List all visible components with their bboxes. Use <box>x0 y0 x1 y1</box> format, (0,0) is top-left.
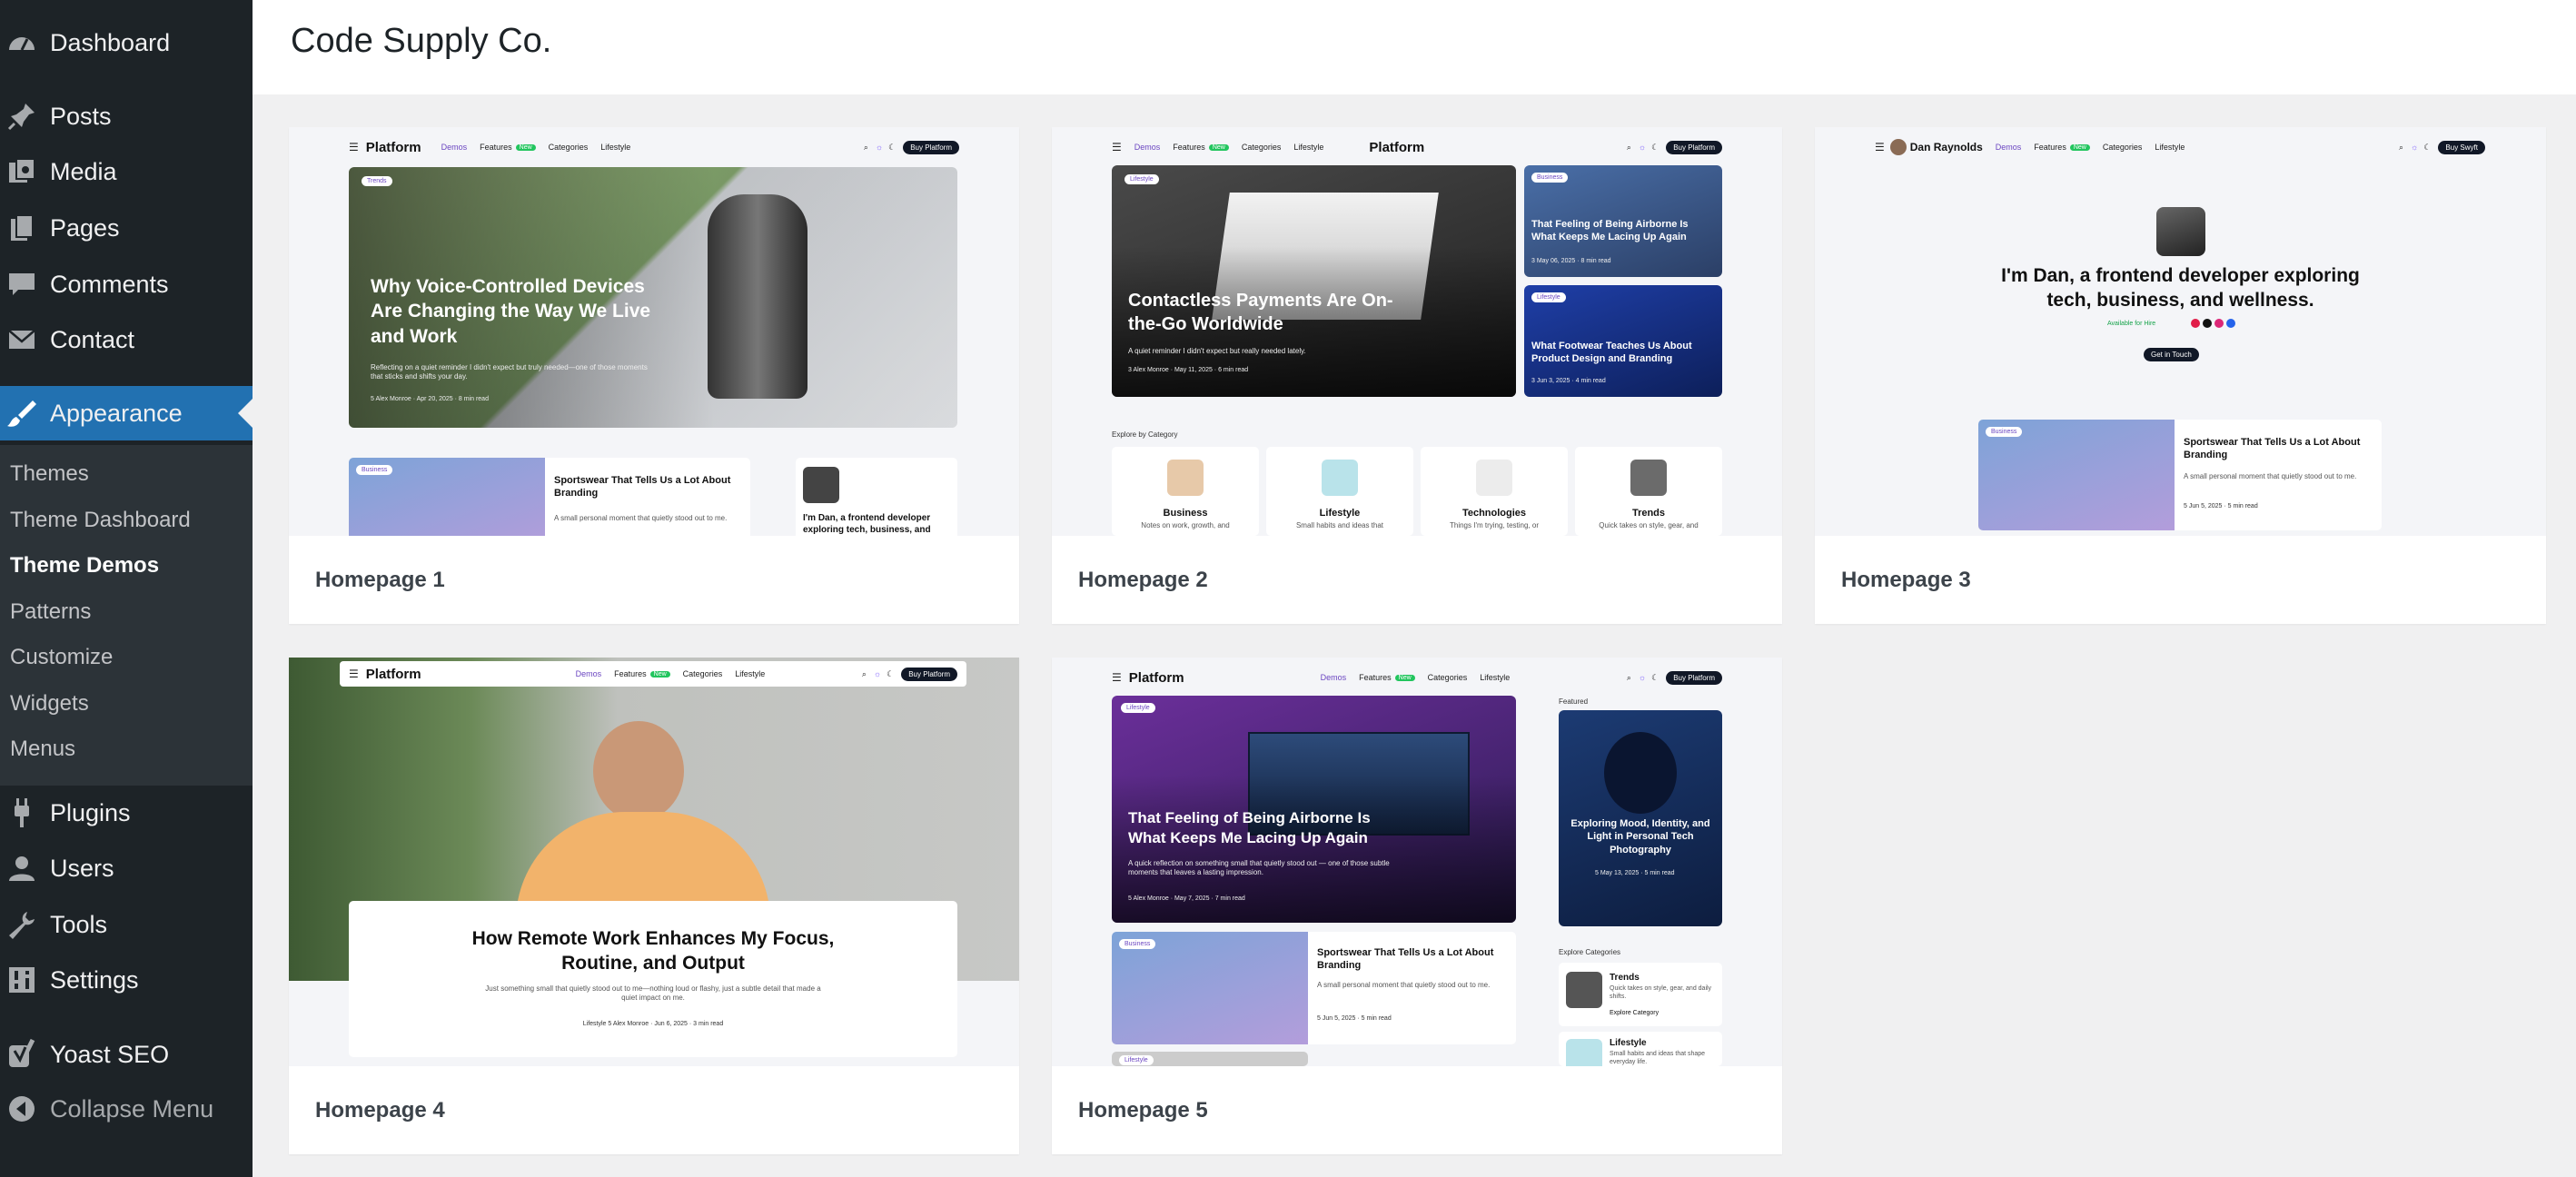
demo-card-homepage-5[interactable]: ☰ Platform Demos Features New Categories… <box>1052 658 1782 1154</box>
side-story-2: Lifestyle What Footwear Teaches Us About… <box>1524 285 1722 397</box>
x-icon[interactable] <box>2203 319 2212 328</box>
demo-caption: Homepage 3 <box>1841 568 1971 592</box>
demo-caption: Homepage 2 <box>1078 568 1208 592</box>
preview-nav: ☰ Platform Demos Features New Categories… <box>349 138 959 156</box>
yoast-icon <box>9 1038 35 1067</box>
preview-post-card: Business Sportswear That Tells Us a Lot … <box>349 458 750 536</box>
homepage-1-preview[interactable]: ☰ Platform Demos Features New Categories… <box>289 127 1019 536</box>
homepage-4-preview[interactable]: ☰ Platform Demos Features New Categories… <box>289 658 1019 1066</box>
category-card: Lifestyle Small habits and ideas that sh… <box>1559 1032 1722 1066</box>
preview-post-card-partial: Lifestyle <box>1112 1052 1308 1066</box>
speaker-shape <box>708 194 807 399</box>
featured-story: Exploring Mood, Identity, and Light in P… <box>1559 710 1722 926</box>
category-card: Trends Quick takes on style, gear, and d… <box>1559 963 1722 1026</box>
hero-image: Trends Why Voice-Controlled Devices Are … <box>349 167 957 428</box>
category-card: Lifestyle Small habits and ideas that <box>1266 447 1413 536</box>
preview-nav: ☰ Platform Demos Features New Categories… <box>340 661 966 687</box>
dashboard-icon <box>9 37 35 51</box>
collapse-menu-button[interactable]: Collapse Menu <box>0 1082 253 1136</box>
demo-caption: Homepage 5 <box>1078 1098 1208 1123</box>
menu-appearance[interactable]: Appearance <box>0 386 253 440</box>
demo-card-homepage-4[interactable]: ☰ Platform Demos Features New Categories… <box>289 658 1019 1154</box>
pages-icon <box>11 214 34 241</box>
homepage-3-preview[interactable]: ☰ Dan Raynolds Demos Features New Catego… <box>1815 127 2546 536</box>
homepage-2-preview[interactable]: ☰ Demos Features New Categories Lifestyl… <box>1052 127 1782 536</box>
preview-nav: ☰ Platform Demos Features New Categories… <box>1112 668 1722 687</box>
youtube-icon[interactable] <box>2191 319 2200 328</box>
preview-nav: ☰ Demos Features New Categories Lifestyl… <box>1112 138 1722 156</box>
media-icon <box>9 158 35 183</box>
menu-pages[interactable]: Pages <box>0 201 253 255</box>
comment-icon <box>9 273 35 295</box>
social-icons <box>2191 319 2235 328</box>
submenu-themes[interactable]: Themes <box>10 461 89 487</box>
author-photo <box>2156 207 2205 256</box>
menu-dashboard[interactable]: Dashboard <box>0 15 253 70</box>
menu-media[interactable]: Media <box>0 144 253 199</box>
page-header: Code Supply Co. <box>253 0 2576 94</box>
submenu-theme-demos[interactable]: Theme Demos <box>10 553 159 579</box>
facebook-icon[interactable] <box>2226 319 2235 328</box>
demo-card-homepage-1[interactable]: ☰ Platform Demos Features New Categories… <box>289 127 1019 624</box>
preview-about-card: I'm Dan, a frontend developer exploring … <box>796 458 957 536</box>
submenu-menus[interactable]: Menus <box>10 737 75 762</box>
demo-caption: Homepage 4 <box>315 1098 445 1123</box>
collapse-icon <box>9 1096 35 1122</box>
menu-posts[interactable]: Posts <box>0 89 253 143</box>
brush-icon <box>7 401 36 427</box>
category-card: Trends Quick takes on style, gear, and <box>1575 447 1722 536</box>
menu-settings[interactable]: Settings <box>0 953 253 1007</box>
wrench-icon <box>9 912 35 939</box>
category-card: Business Notes on work, growth, and <box>1112 447 1259 536</box>
get-in-touch-button[interactable]: Get in Touch <box>2144 348 2199 361</box>
settings-icon <box>9 967 35 993</box>
category-card: Technologies Things I'm trying, testing,… <box>1421 447 1568 536</box>
featured-post-card: How Remote Work Enhances My Focus, Routi… <box>349 901 957 1057</box>
admin-sidebar: Dashboard Posts Media Pages Comments Con… <box>0 0 253 1177</box>
menu-users[interactable]: Users <box>0 841 253 895</box>
menu-plugins[interactable]: Plugins <box>0 786 253 840</box>
submenu-theme-dashboard[interactable]: Theme Dashboard <box>10 508 191 533</box>
envelope-icon <box>8 330 35 349</box>
site-title: Code Supply Co. <box>291 22 552 60</box>
menu-tools[interactable]: Tools <box>0 897 253 952</box>
menu-contact[interactable]: Contact <box>0 312 253 367</box>
demo-caption: Homepage 1 <box>315 568 445 592</box>
preview-nav: ☰ Dan Raynolds Demos Features New Catego… <box>1875 138 2485 156</box>
demo-card-homepage-3[interactable]: ☰ Dan Raynolds Demos Features New Catego… <box>1815 127 2546 624</box>
preview-post-card: Business Sportswear That Tells Us a Lot … <box>1112 932 1516 1044</box>
preview-post-card: Business Sportswear That Tells Us a Lot … <box>1978 420 2382 530</box>
submenu-patterns[interactable]: Patterns <box>10 599 91 625</box>
demo-card-homepage-2[interactable]: ☰ Demos Features New Categories Lifestyl… <box>1052 127 1782 624</box>
plug-icon <box>15 798 29 827</box>
author-avatar <box>1889 139 1907 155</box>
side-story-1: Business That Feeling of Being Airborne … <box>1524 165 1722 277</box>
hero-image: Lifestyle Contactless Payments Are On-th… <box>1112 165 1516 397</box>
submenu-customize[interactable]: Customize <box>10 645 113 670</box>
hero-image: Lifestyle That Feeling of Being Airborne… <box>1112 696 1516 923</box>
menu-yoast-seo[interactable]: Yoast SEO <box>0 1027 253 1082</box>
menu-comments[interactable]: Comments <box>0 257 253 312</box>
homepage-5-preview[interactable]: ☰ Platform Demos Features New Categories… <box>1052 658 1782 1066</box>
submenu-widgets[interactable]: Widgets <box>10 691 89 717</box>
instagram-icon[interactable] <box>2214 319 2224 328</box>
pin-icon <box>7 104 35 131</box>
user-icon <box>9 856 35 881</box>
appearance-submenu: Themes Theme Dashboard Theme Demos Patte… <box>0 445 253 786</box>
